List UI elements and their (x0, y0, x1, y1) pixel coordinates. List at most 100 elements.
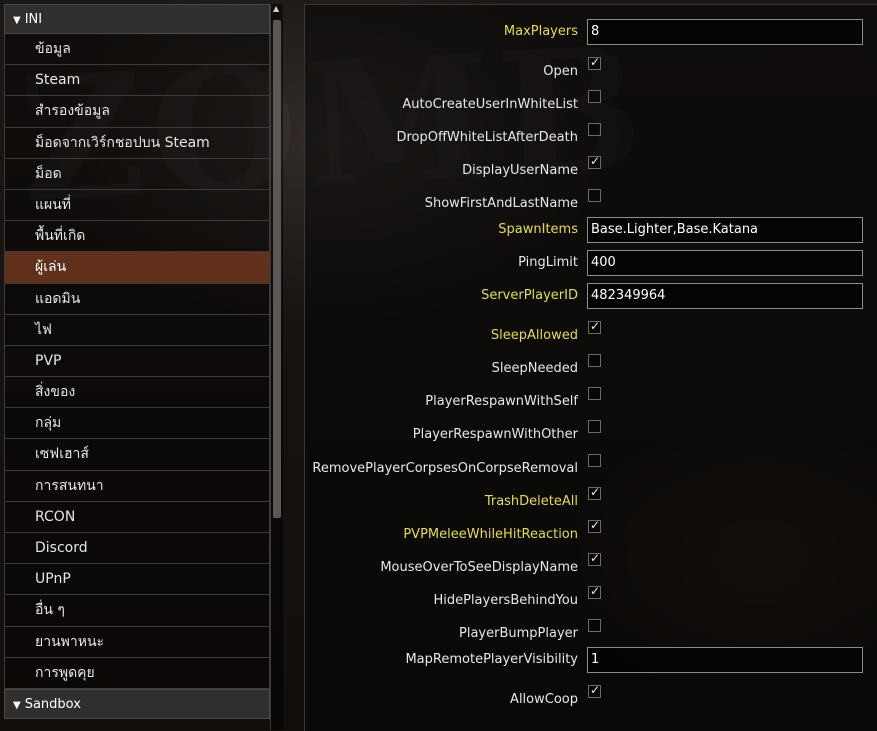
setting-label: PingLimit (518, 255, 578, 270)
sidebar-item-rcon[interactable]: RCON (4, 501, 270, 533)
setting-row-allow-coop: AllowCoop ✓ (305, 683, 877, 716)
setting-label: AutoCreateUserInWhiteList (402, 97, 578, 112)
setting-row-mouse-over-display-name: MouseOverToSeeDisplayName ✓ (305, 551, 877, 584)
sidebar-item-spawn-regions[interactable]: พื้นที่เกิด (4, 221, 270, 253)
sidebar-item-fire[interactable]: ไฟ (4, 314, 270, 346)
checkmark-icon: ✓ (590, 683, 601, 697)
respawn-with-self-checkbox[interactable] (588, 387, 601, 400)
sidebar-item-safehouse[interactable]: เซฟเฮาส์ (4, 439, 270, 471)
scroll-up-arrow-icon[interactable]: ▲ (273, 4, 279, 13)
setting-row-auto-create-user: AutoCreateUserInWhiteList (305, 88, 877, 121)
drop-off-whitelist-checkbox[interactable] (588, 123, 601, 136)
checkmark-icon: ✓ (590, 55, 601, 69)
checkmark-icon: ✓ (590, 154, 601, 168)
setting-label: DropOffWhiteListAfterDeath (396, 130, 578, 145)
setting-row-spawn-items: SpawnItems Base.Lighter,Base.Katana (305, 213, 877, 246)
setting-label: ServerPlayerID (481, 288, 578, 303)
section-header-ini[interactable]: ▼ INI (4, 4, 270, 34)
sidebar-item-workshop-mods[interactable]: ม็อดจากเวิร์กชอปบน Steam (4, 127, 270, 159)
sidebar-item-upnp[interactable]: UPnP (4, 564, 270, 596)
sidebar-item-discord[interactable]: Discord (4, 533, 270, 565)
checkmark-icon: ✓ (590, 319, 601, 333)
setting-row-ping-limit: PingLimit 400 (305, 246, 877, 279)
auto-create-user-checkbox[interactable] (588, 90, 601, 103)
sidebar-scrollbar[interactable]: ▲ (270, 4, 283, 730)
server-player-id-input[interactable]: 482349964 (587, 283, 863, 309)
setting-row-max-players: MaxPlayers 8 (305, 15, 877, 48)
sidebar-item-chat[interactable]: การสนทนา (4, 470, 270, 502)
checkmark-icon: ✓ (590, 485, 601, 499)
sidebar-item-other[interactable]: อื่น ๆ (4, 595, 270, 627)
setting-row-sleep-needed: SleepNeeded (305, 352, 877, 385)
sidebar-item-vehicles[interactable]: ยานพาหนะ (4, 626, 270, 658)
setting-label: SleepNeeded (491, 361, 578, 376)
checkmark-icon: ✓ (590, 584, 601, 598)
remove-player-corpses-checkbox[interactable] (588, 454, 601, 467)
setting-label: PVPMeleeWhileHitReaction (403, 527, 578, 542)
sidebar-item-admin[interactable]: แอดมิน (4, 283, 270, 315)
setting-row-drop-off-whitelist: DropOffWhiteListAfterDeath (305, 121, 877, 154)
setting-label: AllowCoop (510, 692, 578, 707)
setting-label: SleepAllowed (490, 328, 578, 343)
show-first-last-name-checkbox[interactable] (588, 189, 601, 202)
sidebar-item-backup[interactable]: สำรองข้อมูล (4, 96, 270, 128)
trash-delete-all-checkbox[interactable]: ✓ (588, 485, 601, 500)
setting-label: PlayerBumpPlayer (459, 626, 578, 641)
pvp-melee-hit-reaction-checkbox[interactable]: ✓ (588, 518, 601, 533)
setting-row-respawn-with-other: PlayerRespawnWithOther (305, 418, 877, 451)
setting-row-map-remote-player-visibility: MapRemotePlayerVisibility 1 (305, 643, 877, 676)
sidebar-item-pvp[interactable]: PVP (4, 345, 270, 378)
scrollbar-thumb[interactable] (273, 20, 281, 518)
setting-label: PlayerRespawnWithOther (412, 427, 578, 442)
sidebar-item-map[interactable]: แผนที่ (4, 189, 270, 222)
sidebar-item-loot[interactable]: สิ่งของ (4, 377, 270, 409)
setting-row-pvp-melee-hit-reaction: PVPMeleeWhileHitReaction ✓ (305, 518, 877, 551)
sidebar-item-factions[interactable]: กลุ่ม (4, 408, 270, 440)
setting-label: TrashDeleteAll (484, 494, 578, 509)
setting-label: RemovePlayerCorpsesOnCorpseRemoval (312, 461, 578, 476)
setting-label: DisplayUserName (462, 163, 578, 178)
open-checkbox[interactable]: ✓ (588, 55, 601, 70)
respawn-with-other-checkbox[interactable] (588, 420, 601, 433)
ping-limit-input[interactable]: 400 (587, 250, 863, 276)
section-header-label: Sandbox (24, 696, 81, 712)
sidebar-item-info[interactable]: ข้อมูล (4, 34, 270, 66)
map-remote-player-visibility-input[interactable]: 1 (587, 647, 863, 673)
setting-row-server-player-id: ServerPlayerID 482349964 (305, 279, 877, 312)
spawn-items-input[interactable]: Base.Lighter,Base.Katana (587, 217, 863, 243)
display-user-name-checkbox[interactable]: ✓ (588, 154, 601, 169)
settings-panel: MaxPlayers 8 Open ✓ AutoCreateUserInWhit… (304, 4, 877, 731)
sidebar-item-voice[interactable]: การพูดคุย (4, 657, 270, 689)
setting-row-hide-players-behind: HidePlayersBehindYou ✓ (305, 584, 877, 617)
max-players-input[interactable]: 8 (587, 19, 863, 45)
setting-row-display-user-name: DisplayUserName ✓ (305, 154, 877, 187)
section-header-label: INI (24, 12, 43, 27)
checkmark-icon: ✓ (590, 551, 601, 565)
sidebar: ▼ INI ข้อมูล Steam สำรองข้อมูล ม็อดจากเวิ… (4, 4, 270, 730)
setting-label: MapRemotePlayerVisibility (405, 652, 578, 667)
sidebar-item-mods[interactable]: ม็อด (4, 158, 270, 190)
setting-row-open: Open ✓ (305, 55, 877, 88)
setting-label: HidePlayersBehindYou (433, 593, 578, 608)
mouse-over-display-name-checkbox[interactable]: ✓ (588, 551, 601, 566)
setting-label: MouseOverToSeeDisplayName (380, 560, 578, 575)
setting-label: SpawnItems (498, 222, 578, 237)
section-header-sandbox[interactable]: ▼ Sandbox (4, 688, 270, 719)
triangle-down-icon: ▼ (13, 15, 21, 26)
setting-label: ShowFirstAndLastName (424, 196, 578, 211)
sidebar-item-players[interactable]: ผู้เล่น (4, 252, 270, 284)
sleep-needed-checkbox[interactable] (588, 354, 601, 367)
sidebar-item-steam[interactable]: Steam (4, 65, 270, 97)
setting-label: MaxPlayers (503, 24, 578, 39)
setting-row-remove-player-corpses: RemovePlayerCorpsesOnCorpseRemoval (305, 452, 877, 485)
setting-label: Open (543, 64, 578, 79)
setting-label: PlayerRespawnWithSelf (425, 394, 578, 409)
triangle-down-icon: ▼ (13, 699, 21, 711)
setting-row-respawn-with-self: PlayerRespawnWithSelf (305, 385, 877, 418)
player-bump-player-checkbox[interactable] (588, 619, 601, 632)
checkmark-icon: ✓ (590, 518, 601, 532)
sleep-allowed-checkbox[interactable]: ✓ (588, 319, 601, 334)
allow-coop-checkbox[interactable]: ✓ (588, 683, 601, 698)
hide-players-behind-checkbox[interactable]: ✓ (588, 584, 601, 599)
setting-row-sleep-allowed: SleepAllowed ✓ (305, 319, 877, 352)
